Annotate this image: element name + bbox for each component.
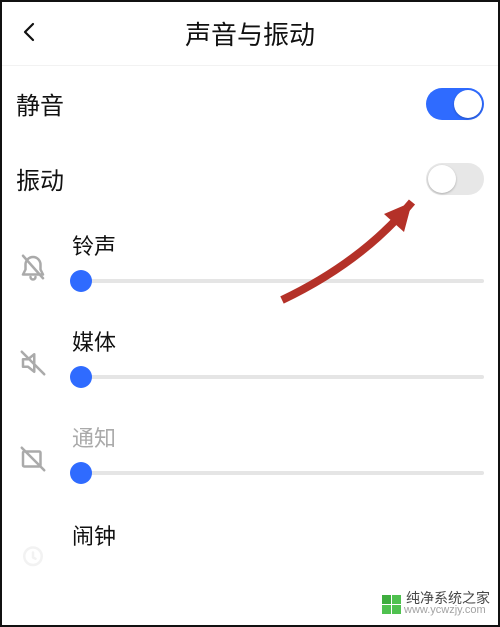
alarm-label: 闹钟 (72, 519, 484, 551)
toggle-knob (454, 90, 482, 118)
notification-off-icon (16, 442, 50, 476)
media-label: 媒体 (72, 325, 484, 357)
slider-thumb (70, 462, 92, 484)
header: 声音与振动 (2, 2, 498, 66)
silent-label: 静音 (16, 86, 64, 121)
page-title: 声音与振动 (2, 15, 498, 52)
bell-off-icon (16, 250, 50, 284)
row-silent: 静音 (2, 66, 498, 141)
vibrate-toggle[interactable] (426, 163, 484, 195)
notification-slider[interactable] (72, 471, 484, 475)
chevron-left-icon (18, 20, 42, 49)
settings-screen: 声音与振动 静音 振动 铃声 (0, 0, 500, 627)
vibrate-label: 振动 (16, 161, 64, 196)
slider-alarm: 闹钟 (2, 504, 498, 572)
volume-mute-icon (16, 346, 50, 380)
slider-notification: 通知 (2, 408, 498, 504)
watermark-logo-icon (382, 595, 400, 613)
toggle-knob (428, 165, 456, 193)
notification-label: 通知 (72, 421, 484, 453)
watermark-url: www.ycwzjy.com (404, 605, 490, 617)
watermark-text: 纯净系统之家 (406, 591, 490, 606)
slider-ringtone: 铃声 (2, 216, 498, 312)
back-button[interactable] (10, 2, 50, 66)
slider-media: 媒体 (2, 312, 498, 408)
watermark: 纯净系统之家 www.ycwzjy.com (382, 591, 490, 617)
silent-toggle[interactable] (426, 88, 484, 120)
media-slider[interactable] (72, 375, 484, 379)
row-vibrate: 振动 (2, 141, 498, 216)
ringtone-slider[interactable] (72, 279, 484, 283)
slider-thumb (70, 270, 92, 292)
ringtone-label: 铃声 (72, 229, 484, 261)
alarm-icon (16, 538, 50, 572)
slider-thumb (70, 366, 92, 388)
